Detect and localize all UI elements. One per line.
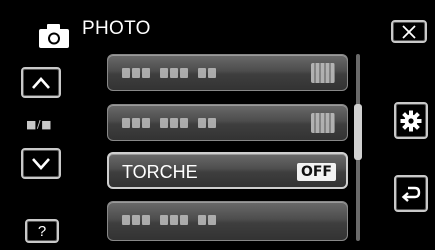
menu-item[interactable] bbox=[107, 54, 348, 91]
help-label: ? bbox=[37, 222, 47, 240]
scroll-down-button[interactable] bbox=[21, 148, 61, 179]
scroll-up-button[interactable] bbox=[21, 67, 61, 98]
page-title: PHOTO bbox=[82, 18, 151, 39]
menu-item[interactable] bbox=[107, 104, 348, 141]
back-icon bbox=[401, 186, 421, 202]
chevron-down-icon bbox=[32, 157, 50, 170]
blurred-label bbox=[122, 215, 216, 225]
blurred-value bbox=[311, 113, 335, 133]
menu-item[interactable] bbox=[107, 201, 348, 241]
display-toggle-label[interactable]: ■/■ bbox=[26, 118, 52, 131]
blurred-label bbox=[122, 68, 216, 78]
blurred-label bbox=[122, 118, 216, 128]
close-icon bbox=[402, 24, 416, 39]
menu-item-label: TORCHE bbox=[122, 162, 198, 182]
close-button[interactable] bbox=[391, 20, 427, 43]
help-button[interactable]: ? bbox=[25, 219, 59, 243]
scrollbar-thumb[interactable] bbox=[354, 104, 362, 160]
gear-icon bbox=[400, 110, 422, 131]
settings-button[interactable] bbox=[394, 102, 428, 139]
chevron-up-icon bbox=[32, 76, 50, 89]
camera-icon bbox=[38, 23, 70, 49]
status-badge: OFF bbox=[296, 163, 336, 181]
blurred-value bbox=[311, 63, 335, 83]
menu-item-torche[interactable]: TORCHE OFF bbox=[107, 152, 348, 189]
back-button[interactable] bbox=[394, 175, 428, 212]
